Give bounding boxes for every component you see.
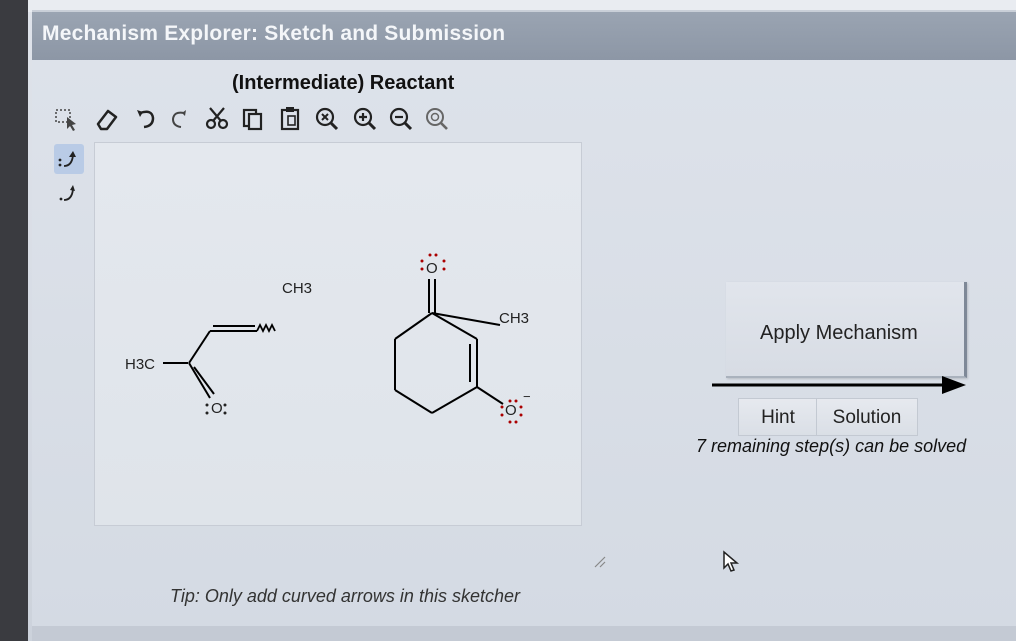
title-bar: Mechanism Explorer: Sketch and Submissio…: [32, 10, 1016, 62]
enone-structure: [163, 322, 276, 399]
arrow-tool-sidebar: [52, 144, 86, 224]
eraser-icon[interactable]: [92, 102, 122, 134]
zoom-fit-icon[interactable]: [312, 102, 342, 134]
bottom-bar: [32, 626, 1016, 641]
reaction-arrow-icon: [712, 376, 966, 394]
enolate-oxygen-label: O: [505, 402, 517, 419]
resize-grip-icon[interactable]: [592, 554, 606, 568]
electron-pair-arrow-button[interactable]: [54, 144, 84, 174]
zoom-out-icon[interactable]: [386, 102, 416, 134]
window-title: Mechanism Explorer: Sketch and Submissio…: [42, 22, 506, 45]
copy-icon[interactable]: [238, 102, 268, 134]
lasso-select-icon[interactable]: [52, 102, 82, 134]
redo-icon[interactable]: [164, 102, 194, 134]
sketch-canvas[interactable]: H3C CH3 O CH3 O O −: [94, 142, 582, 526]
enone-top-methyl-label: CH3: [282, 280, 312, 297]
enolate-charge-label: −: [523, 389, 531, 404]
hint-button[interactable]: Hint: [738, 398, 818, 436]
zoom-reset-icon[interactable]: [422, 102, 452, 134]
carbonyl-oxygen-label: O: [426, 260, 438, 277]
single-electron-arrow-button[interactable]: [54, 178, 84, 208]
main-panel: (Intermediate) Reactant H3C CH3 O CH3 O …: [32, 60, 1016, 641]
paste-icon[interactable]: [276, 102, 306, 134]
enolate-methyl-label: CH3: [499, 310, 529, 327]
molecule-drawing: H3C CH3 O CH3 O O −: [125, 253, 531, 424]
enolate-structure: [394, 279, 504, 414]
scissors-icon[interactable]: [202, 102, 232, 134]
zoom-in-icon[interactable]: [350, 102, 380, 134]
enone-left-methyl-label: H3C: [125, 356, 155, 373]
solution-button[interactable]: Solution: [816, 398, 918, 436]
remaining-steps-text: 7 remaining step(s) can be solved: [696, 436, 967, 456]
solution-label: Solution: [832, 407, 902, 428]
enone-oxygen-label: O: [211, 400, 223, 417]
screen: Mechanism Explorer: Sketch and Submissio…: [28, 0, 1016, 641]
apply-mechanism-button[interactable]: Apply Mechanism: [726, 282, 967, 378]
undo-icon[interactable]: [132, 102, 162, 134]
sketcher-tip: Tip: Only add curved arrows in this sket…: [170, 586, 520, 606]
apply-mechanism-label: Apply Mechanism: [760, 322, 918, 344]
mouse-cursor-icon: [723, 550, 740, 572]
sketcher-label: (Intermediate) Reactant: [232, 72, 455, 94]
hint-label: Hint: [761, 407, 795, 428]
curved-arrow-pair-icon: [58, 151, 76, 167]
sketcher-toolbar: [52, 100, 612, 140]
curved-arrow-single-icon: [59, 185, 75, 201]
